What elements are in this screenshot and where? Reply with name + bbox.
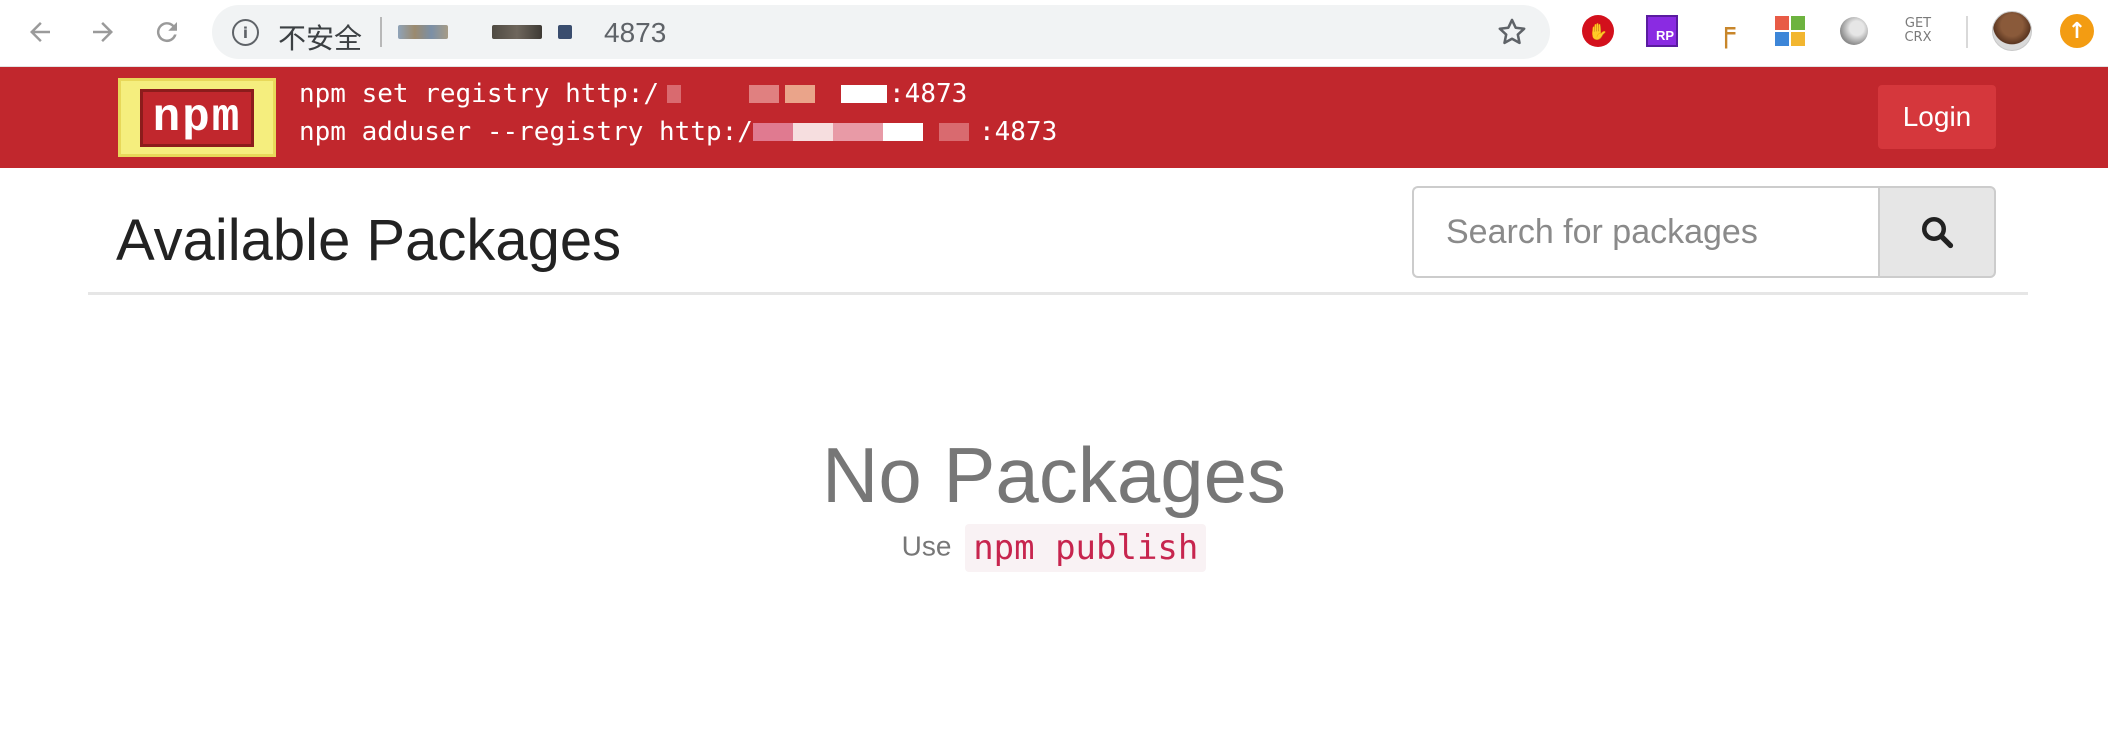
redacted-registry-host: [659, 83, 889, 107]
back-button[interactable]: [20, 12, 60, 52]
redacted-host: [398, 25, 448, 39]
adblock-extension[interactable]: ✋: [1580, 13, 1616, 49]
set-registry-port: :4873: [889, 79, 968, 109]
title-divider: [88, 292, 2028, 295]
page-title: Available Packages: [116, 208, 622, 273]
publish-command: npm publish: [965, 524, 1207, 572]
browser-toolbar: i 不安全 4873 ✋ RP ╒ GET CRX ↑: [0, 0, 2108, 67]
package-search-input[interactable]: [1412, 186, 1880, 278]
adduser-prefix: npm adduser --registry http:/: [299, 117, 753, 147]
empty-state-title: No Packages: [822, 431, 1286, 519]
search-icon: [1922, 217, 1954, 249]
reload-icon: [156, 22, 177, 43]
registry-header: npm npm set registry http:/ :4873 npm ad…: [0, 67, 2108, 168]
redacted-adduser-host: [752, 121, 979, 145]
address-divider: [380, 17, 382, 47]
rp-icon: RP: [1646, 15, 1678, 47]
rp-extension[interactable]: RP: [1644, 13, 1680, 49]
set-registry-command: npm set registry http:/ :4873: [299, 79, 967, 109]
get-crx-extension[interactable]: GET CRX: [1900, 13, 1936, 49]
reload-button[interactable]: [147, 12, 187, 52]
npm-logo[interactable]: npm: [118, 78, 276, 157]
update-arrow-icon[interactable]: ↑: [2060, 14, 2094, 48]
address-port: 4873: [604, 17, 667, 48]
toolbar-divider: [1966, 16, 1968, 48]
pin-extension[interactable]: ╒: [1708, 13, 1744, 49]
forward-button[interactable]: [83, 12, 123, 52]
stop-hand-icon: ✋: [1582, 15, 1614, 47]
redacted-host-2: [492, 25, 542, 39]
address-bar[interactable]: i 不安全 4873: [212, 5, 1550, 59]
arrow-left-icon: [30, 22, 50, 42]
search-button[interactable]: [1878, 186, 1996, 278]
redacted-host-3: [558, 25, 572, 39]
login-button[interactable]: Login: [1878, 85, 1996, 149]
profile-avatar[interactable]: [1992, 11, 2032, 51]
info-icon[interactable]: i: [232, 19, 259, 46]
empty-hint-prefix: Use: [901, 530, 952, 562]
npm-logo-text: npm: [139, 88, 255, 147]
circle-icon: [1840, 17, 1868, 45]
get-crx-icon: GET CRX: [1904, 16, 1932, 45]
grid-extension[interactable]: [1772, 13, 1808, 49]
arrow-right-icon: [93, 22, 113, 42]
bookmark-star-icon[interactable]: [1495, 15, 1529, 49]
pin-icon: ╒: [1716, 13, 1736, 49]
adduser-port: :4873: [978, 117, 1058, 147]
empty-state-hint: Use npm publish: [0, 524, 2108, 572]
circle-extension[interactable]: [1836, 13, 1872, 49]
color-grid-icon: [1775, 16, 1805, 46]
set-registry-prefix: npm set registry http:/: [299, 79, 660, 109]
rp-label: RP: [1655, 28, 1674, 43]
adduser-command: npm adduser --registry http:/ :4873: [299, 117, 1057, 147]
security-label: 不安全: [278, 22, 363, 55]
